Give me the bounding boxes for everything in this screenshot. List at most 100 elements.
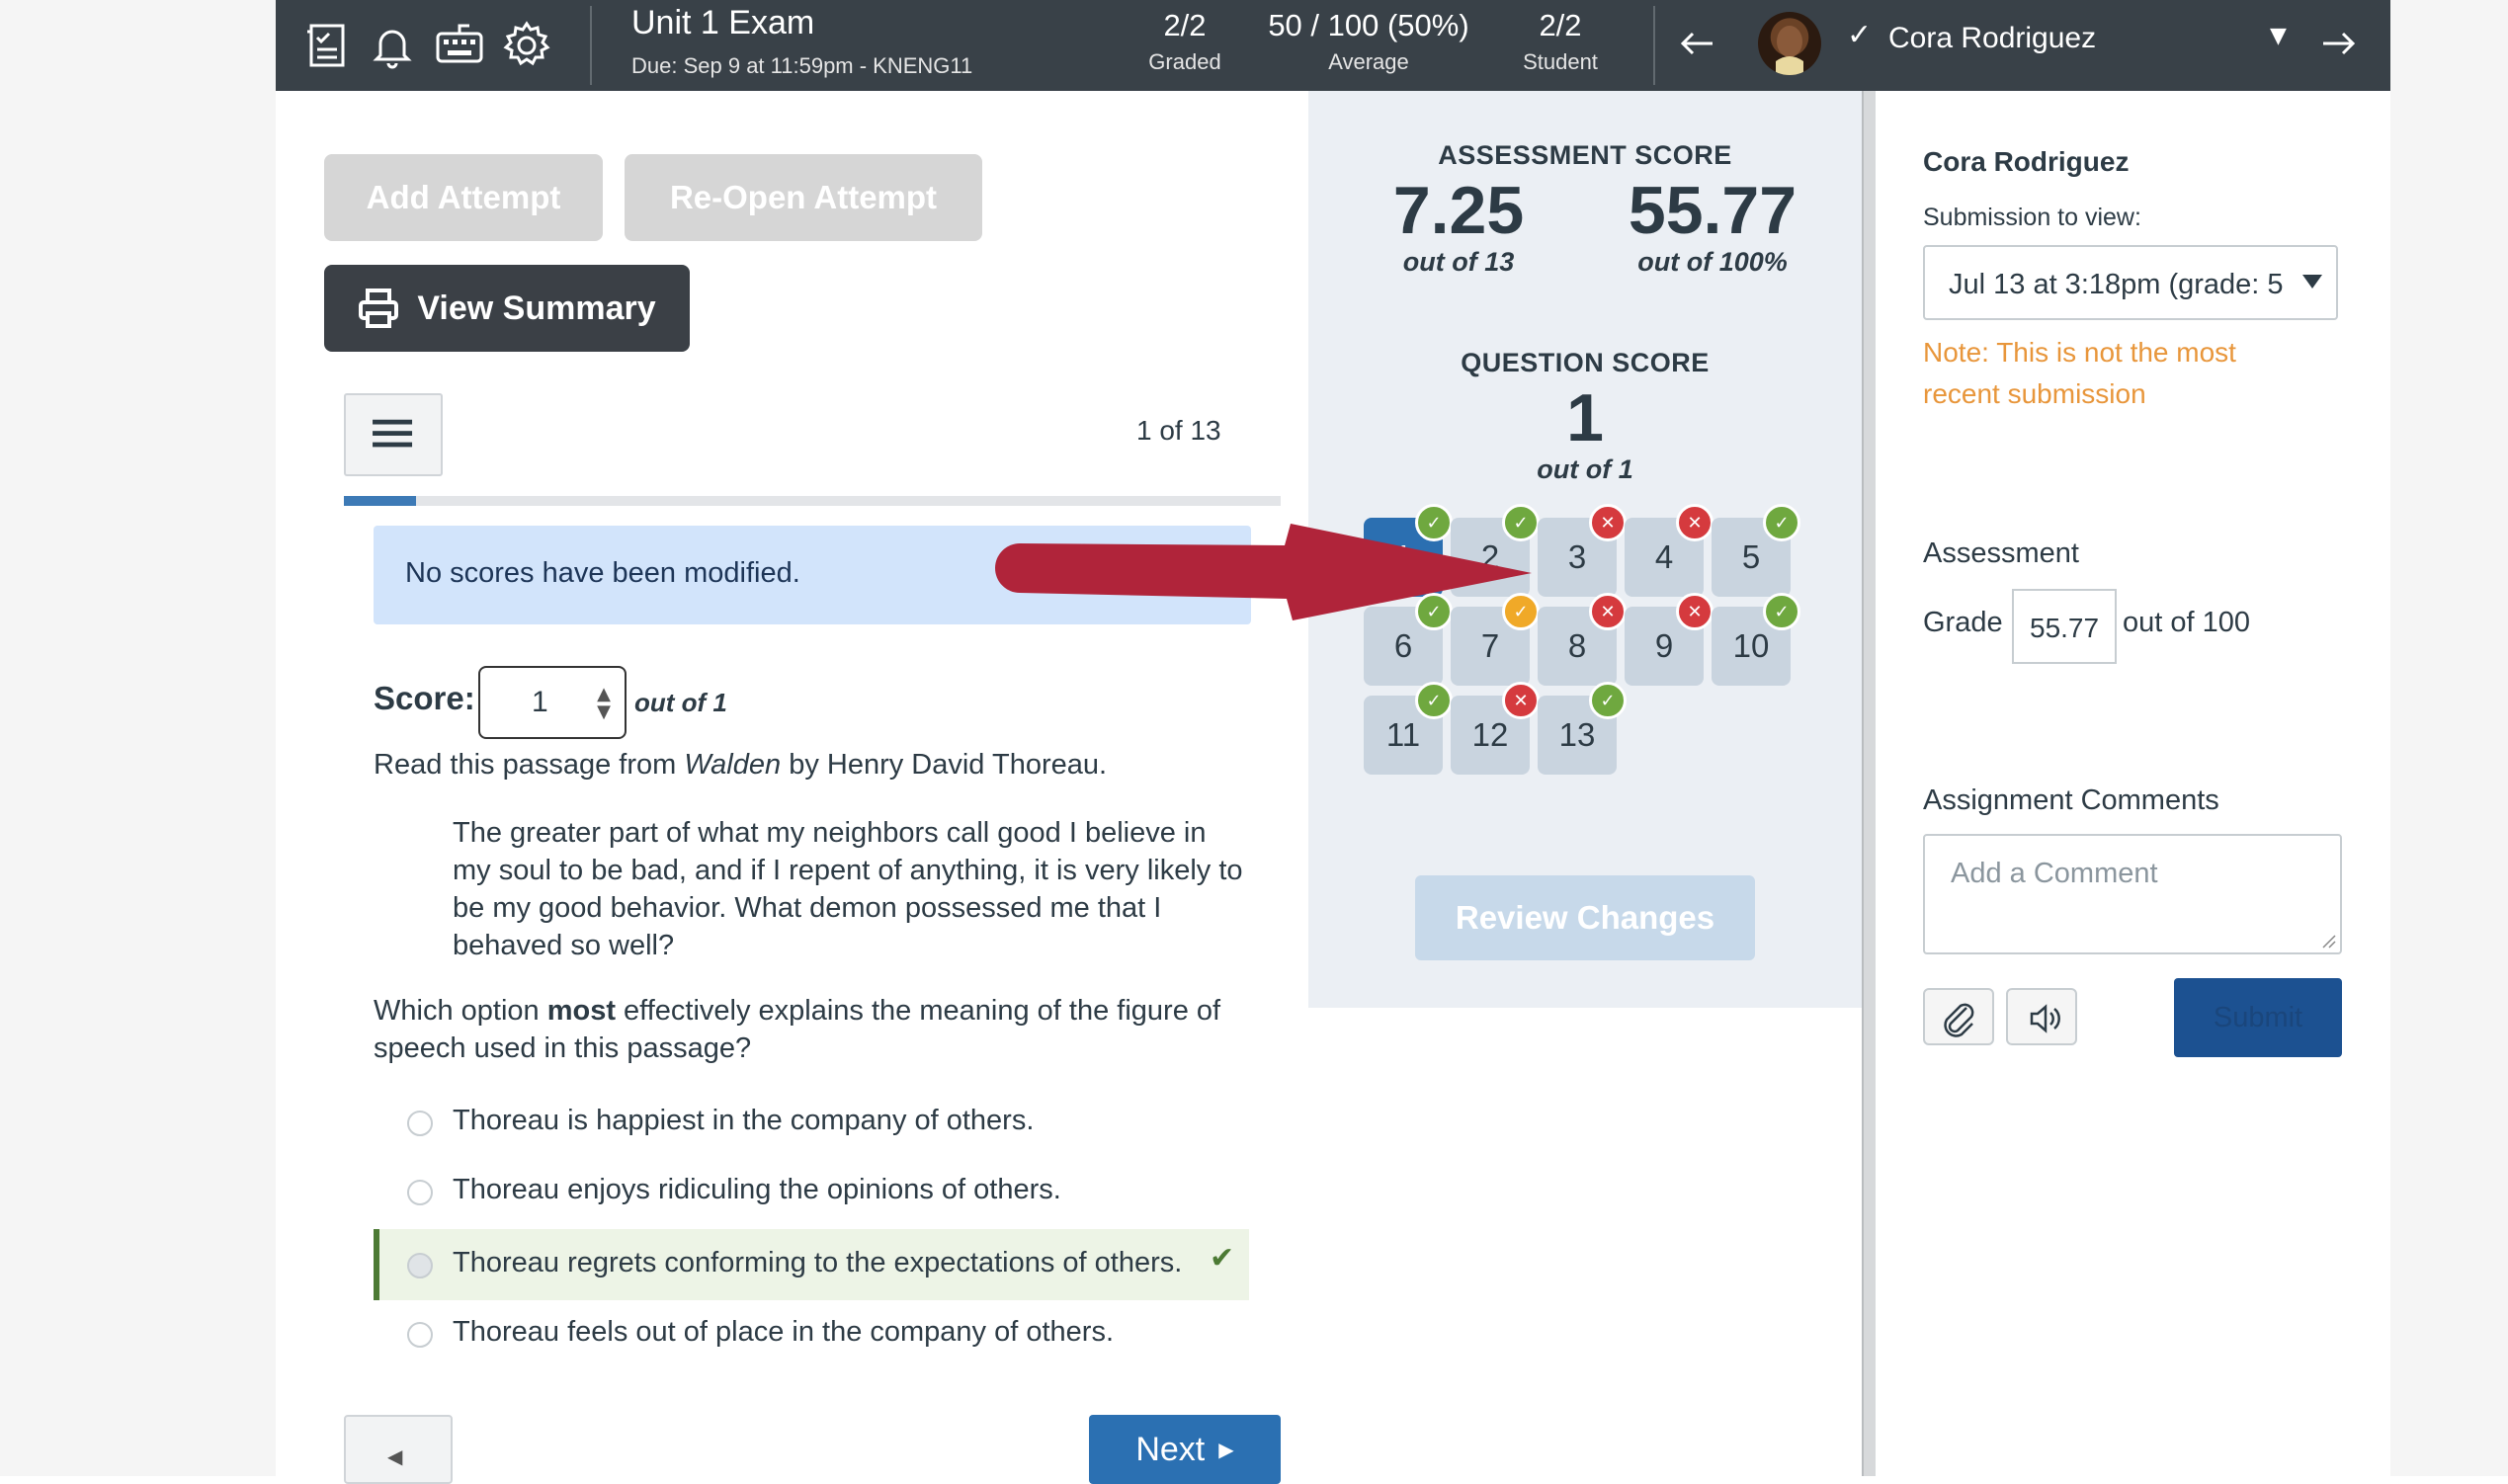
exam-title: Unit 1 Exam [631,4,815,41]
assessment-points: 7.25 [1392,173,1525,248]
paperclip-icon [1944,1003,1974,1037]
assessment-heading: Assessment [1923,537,2079,569]
question-prompt: Which option most effectively explains t… [374,992,1243,1067]
answer-option-correct[interactable]: Thoreau regrets conforming to the expect… [407,1231,1257,1296]
question-score-title: QUESTION SCORE [1461,348,1710,377]
question-intro: Read this passage from Walden by Henry D… [374,749,1107,782]
answer-option-text: Thoreau regrets conforming to the expect… [453,1247,1183,1278]
average-stat: 50 / 100 (50%) Average [1250,8,1487,75]
exam-due-date: Due: Sep 9 at 11:59pm - KNENG11 [631,53,973,78]
reopen-attempt-button[interactable]: Re-Open Attempt [625,154,982,241]
correct-badge-icon: ✓ [1415,682,1453,719]
submission-select[interactable]: Jul 13 at 3:18pm (grade: 5 [1923,245,2338,320]
bell-icon[interactable] [367,20,418,71]
average-value: 50 / 100 (50%) [1268,8,1469,42]
student-name[interactable]: Cora Rodriguez [1888,22,2096,55]
question-tile-number: 13 [1558,716,1596,753]
panel-resize-handle[interactable] [1862,91,1876,1476]
next-button[interactable]: Next ▶ [1089,1415,1281,1484]
student-dropdown-caret-icon[interactable]: ▼ [2270,24,2287,48]
grade-out-of: out of 100 [2123,607,2250,638]
assessment-score-title: ASSESSMENT SCORE [1438,140,1732,170]
question-tile-number: 9 [1654,627,1674,664]
grade-label: Grade [1923,607,2003,638]
answer-option[interactable]: Thoreau enjoys ridiculing the opinions o… [407,1158,1257,1223]
grade-input-value: 55.77 [2030,613,2100,643]
speaker-icon [2030,1004,2060,1033]
select-caret-icon [2302,275,2322,289]
answer-option[interactable]: Thoreau is happiest in the company of ot… [407,1089,1257,1154]
printer-icon [358,288,399,329]
header-divider [1653,6,1655,85]
average-label: Average [1328,49,1409,74]
right-panel-student-name: Cora Rodriguez [1923,146,2130,177]
assessment-percent-sub: out of 100% [1637,247,1788,277]
question-tile-number: 10 [1732,627,1770,664]
assignment-comments-heading: Assignment Comments [1923,784,2219,816]
review-changes-button[interactable]: Review Changes [1415,875,1755,960]
intro-prefix: Read this passage from [374,749,685,781]
question-menu-button[interactable] [344,393,443,476]
left-margin [0,0,276,1476]
gear-icon[interactable] [501,20,552,71]
assessment-points-sub: out of 13 [1402,247,1515,277]
incorrect-badge-icon: ✕ [1676,593,1714,630]
correct-badge-icon: ✓ [1589,682,1627,719]
keyboard-icon[interactable] [434,20,485,71]
previous-student-icon[interactable] [1673,20,1720,67]
graded-stat: 2/2 Graded [1126,8,1244,75]
caret-right-icon: ▶ [1218,1439,1234,1461]
submission-select-value: Jul 13 at 3:18pm (grade: 5 [1949,269,2284,300]
assessment-percent: 55.77 [1628,173,1797,248]
incorrect-badge-icon: ✕ [1589,593,1627,630]
student-stat: 2/2 Student [1501,8,1620,75]
correct-check-icon: ✔ [1210,1241,1235,1276]
answer-radio[interactable] [407,1253,433,1278]
answer-option[interactable]: Thoreau feels out of place in the compan… [407,1300,1257,1365]
answer-radio[interactable] [407,1180,433,1205]
answer-radio[interactable] [407,1111,433,1136]
question-tile-number: 4 [1654,538,1674,575]
incorrect-badge-icon: ✕ [1502,682,1540,719]
next-student-icon[interactable] [2315,20,2363,67]
score-label: Score: [374,680,475,716]
answer-option-text: Thoreau enjoys ridiculing the opinions o… [453,1174,1061,1205]
question-progress-track [344,496,1281,506]
question-tile-number: 6 [1393,627,1413,664]
score-value: 1 [532,686,548,718]
submission-note: Note: This is not the most recent submis… [1923,337,2236,409]
attach-file-button[interactable] [1923,988,1994,1045]
grade-input[interactable]: 55.77 [2012,589,2117,664]
intro-book-title: Walden [684,749,782,781]
add-attempt-button[interactable]: Add Attempt [324,154,603,241]
stepper-arrows-icon[interactable]: ▲ ▼ [597,686,611,721]
incorrect-badge-icon: ✕ [1676,504,1714,541]
header-divider [590,6,592,85]
prompt-emphasis: most [546,995,616,1027]
view-summary-label: View Summary [417,289,656,327]
incorrect-badge-icon: ✕ [1589,504,1627,541]
student-avatar [1758,12,1821,75]
annotation-arrow [995,524,1532,620]
view-summary-button[interactable]: View Summary [324,265,690,352]
resize-grip-icon [2322,935,2336,948]
prompt-prefix: Which option [374,995,547,1027]
question-score-sub: out of 1 [1537,454,1633,484]
question-tile-number: 12 [1471,716,1509,753]
question-tile-number: 3 [1567,538,1587,575]
comment-placeholder: Add a Comment [1951,858,2158,889]
question-counter: 1 of 13 [1136,415,1221,446]
comment-textarea[interactable]: Add a Comment [1923,834,2342,954]
gradebook-icon[interactable] [301,20,353,71]
answer-option-text: Thoreau feels out of place in the compan… [453,1316,1115,1348]
previous-button[interactable]: ◀ [344,1415,453,1484]
submit-comment-button[interactable]: Submit [2174,978,2342,1057]
intro-suffix: by Henry David Thoreau. [781,749,1108,781]
answer-radio[interactable] [407,1322,433,1348]
media-comment-button[interactable] [2006,988,2077,1045]
next-label: Next [1135,1430,1206,1468]
score-stepper[interactable]: 1 ▲ ▼ [478,666,627,739]
correct-badge-icon: ✓ [1763,504,1800,541]
correct-badge-icon: ✓ [1763,593,1800,630]
score-out-of: out of 1 [634,688,727,717]
